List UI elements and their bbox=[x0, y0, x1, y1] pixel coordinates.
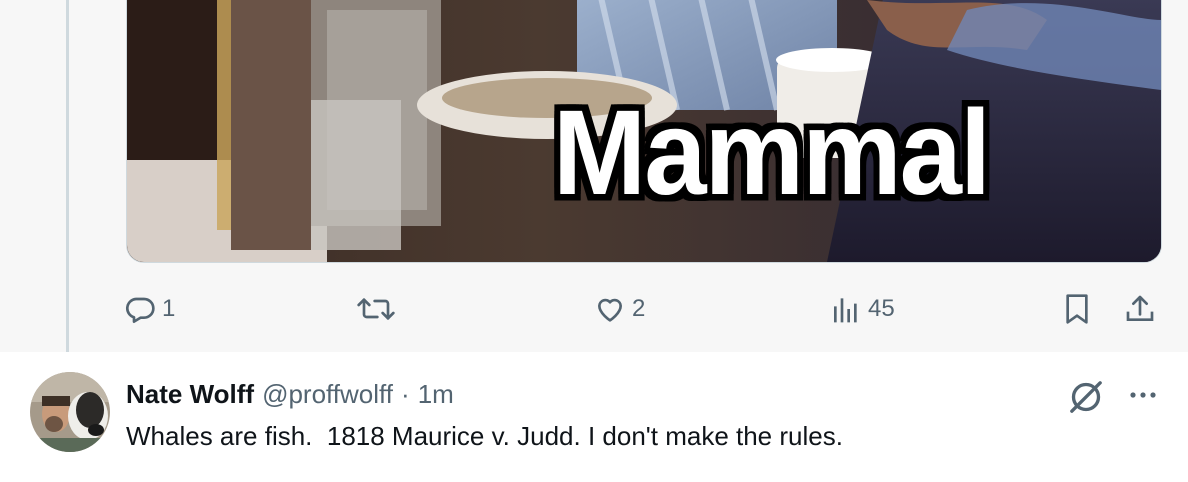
grok-icon[interactable] bbox=[1066, 377, 1106, 417]
reply-header: Nate Wolff @proffwolff · 1m bbox=[126, 377, 454, 411]
avatar[interactable] bbox=[30, 372, 110, 452]
reply-count: 1 bbox=[162, 295, 176, 322]
like-count: 2 bbox=[632, 295, 646, 322]
timestamp[interactable]: 1m bbox=[418, 379, 454, 410]
reply-button[interactable]: 1 bbox=[124, 284, 175, 334]
bookmark-button[interactable] bbox=[1062, 284, 1092, 334]
share-icon bbox=[1124, 293, 1156, 325]
separator-dot: · bbox=[401, 378, 410, 409]
views-count: 45 bbox=[868, 295, 895, 322]
bookmark-icon bbox=[1062, 293, 1092, 325]
more-options-icon[interactable] bbox=[1126, 383, 1160, 407]
views-button[interactable]: 45 bbox=[830, 284, 895, 334]
avatar-photo bbox=[30, 372, 110, 452]
retweet-icon bbox=[356, 293, 396, 325]
reply-text: Whales are fish. 1818 Maurice v. Judd. I… bbox=[126, 421, 843, 451]
views-icon bbox=[830, 293, 862, 325]
tweet-media-image[interactable]: Mammal bbox=[126, 0, 1162, 263]
tweet-action-bar: 1 2 45 bbox=[0, 284, 1188, 334]
heart-icon bbox=[594, 293, 626, 325]
like-button[interactable]: 2 bbox=[594, 284, 645, 334]
reply-icon bbox=[124, 293, 156, 325]
meme-caption-text: Mammal bbox=[552, 84, 991, 220]
share-button[interactable] bbox=[1124, 284, 1156, 334]
display-name[interactable]: Nate Wolff bbox=[126, 379, 254, 410]
reply-tweet[interactable] bbox=[0, 352, 1188, 482]
retweet-button[interactable] bbox=[356, 284, 396, 334]
user-handle[interactable]: @proffwolff bbox=[262, 379, 393, 410]
